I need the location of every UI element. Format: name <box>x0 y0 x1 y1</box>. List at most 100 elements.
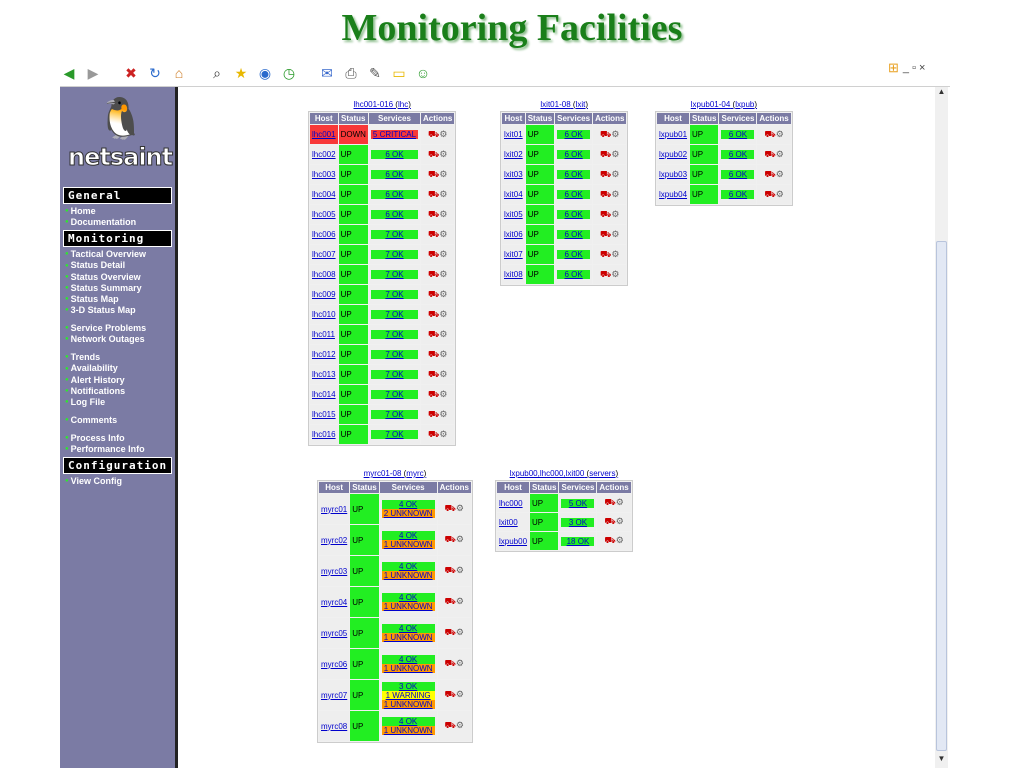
service-status-link[interactable]: 5 CRITICAL <box>370 130 419 139</box>
host-link[interactable]: lhc013 <box>310 365 338 384</box>
service-detail-icon[interactable]: ⛟ <box>428 129 439 141</box>
sidebar-item-documentation[interactable]: Documentation <box>60 217 175 228</box>
host-map-icon[interactable]: ⚙ <box>439 209 447 220</box>
service-detail-icon[interactable]: ⛟ <box>600 209 611 221</box>
host-map-icon[interactable]: ⚙ <box>439 369 447 380</box>
host-map-icon[interactable]: ⚙ <box>611 169 619 180</box>
host-map-icon[interactable]: ⚙ <box>456 720 464 731</box>
host-link[interactable]: lxpub02 <box>657 145 690 164</box>
service-status-link[interactable]: 1 UNKNOWN <box>381 699 435 709</box>
service-detail-icon[interactable]: ⛟ <box>428 149 439 161</box>
netsaint-logo[interactable]: 🐧 netsaint <box>60 87 175 185</box>
host-group-title[interactable]: lxit01-08 (lxit) <box>500 100 628 109</box>
host-link[interactable]: lxit01 <box>502 125 525 144</box>
host-map-icon[interactable]: ⚙ <box>611 269 619 280</box>
mail-icon[interactable]: ✉ <box>318 64 336 82</box>
service-detail-icon[interactable]: ⛟ <box>428 189 439 201</box>
messenger-icon[interactable]: ☺ <box>414 64 432 82</box>
host-link[interactable]: lhc015 <box>310 405 338 424</box>
service-detail-icon[interactable]: ⛟ <box>428 269 439 281</box>
service-status-link[interactable]: 4 OK <box>381 531 435 540</box>
service-detail-icon[interactable]: ⛟ <box>428 169 439 181</box>
service-detail-icon[interactable]: ⛟ <box>764 129 775 141</box>
service-detail-icon[interactable]: ⛟ <box>764 149 775 161</box>
service-status-link[interactable]: 1 UNKNOWN <box>381 571 435 580</box>
sidebar-item-performance-info[interactable]: Performance Info <box>60 444 175 455</box>
host-map-icon[interactable]: ⚙ <box>439 309 447 320</box>
service-status-link[interactable]: 4 OK <box>381 500 435 509</box>
host-group-title[interactable]: lxpub01-04 (lxpub) <box>655 100 793 109</box>
host-group-alias-link[interactable]: lxpub <box>735 100 754 109</box>
sidebar-item-service-problems[interactable]: Service Problems <box>60 323 175 334</box>
service-status-link[interactable]: 6 OK <box>557 190 591 199</box>
host-map-icon[interactable]: ⚙ <box>439 269 447 280</box>
host-link[interactable]: myrc02 <box>319 525 350 555</box>
service-status-link[interactable]: 7 OK <box>370 230 419 239</box>
scroll-thumb[interactable] <box>936 241 947 751</box>
host-map-icon[interactable]: ⚙ <box>616 497 624 508</box>
service-status-link[interactable]: 6 OK <box>557 210 591 219</box>
service-detail-icon[interactable]: ⛟ <box>428 429 439 441</box>
host-group-name-link[interactable]: lxit01-08 <box>540 100 570 109</box>
forward-icon[interactable]: ▶ <box>84 64 102 82</box>
service-detail-icon[interactable]: ⛟ <box>764 189 775 201</box>
host-map-icon[interactable]: ⚙ <box>456 658 464 669</box>
service-detail-icon[interactable]: ⛟ <box>445 534 456 546</box>
service-status-link[interactable]: 6 OK <box>557 270 591 279</box>
host-map-icon[interactable]: ⚙ <box>439 189 447 200</box>
host-link[interactable]: myrc03 <box>319 556 350 586</box>
host-map-icon[interactable]: ⚙ <box>611 249 619 260</box>
host-map-icon[interactable]: ⚙ <box>439 429 447 440</box>
service-detail-icon[interactable]: ⛟ <box>445 596 456 608</box>
host-map-icon[interactable]: ⚙ <box>439 409 447 420</box>
service-status-link[interactable]: 7 OK <box>370 410 419 419</box>
sidebar-item-notifications[interactable]: Notifications <box>60 386 175 397</box>
host-map-icon[interactable]: ⚙ <box>456 689 464 700</box>
host-map-icon[interactable]: ⚙ <box>456 565 464 576</box>
service-detail-icon[interactable]: ⛟ <box>600 189 611 201</box>
host-map-icon[interactable]: ⚙ <box>439 169 447 180</box>
service-status-link[interactable]: 6 OK <box>721 130 755 139</box>
sidebar-item-log-file[interactable]: Log File <box>60 397 175 408</box>
service-detail-icon[interactable]: ⛟ <box>428 389 439 401</box>
host-group-alias-link[interactable]: lxit <box>576 100 586 109</box>
service-detail-icon[interactable]: ⛟ <box>604 497 615 509</box>
service-status-link[interactable]: 6 OK <box>370 170 419 179</box>
sidebar-item-home[interactable]: Home <box>60 206 175 217</box>
host-link[interactable]: lxpub03 <box>657 165 690 184</box>
host-group-name-link[interactable]: lxpub00,lhc000,lxit00 <box>510 469 585 478</box>
service-detail-icon[interactable]: ⛟ <box>428 409 439 421</box>
service-status-link[interactable]: 7 OK <box>370 250 419 259</box>
service-status-link[interactable]: 6 OK <box>721 190 755 199</box>
host-group-title[interactable]: lhc001-016 (lhc) <box>308 100 456 109</box>
service-status-link[interactable]: 6 OK <box>370 150 419 159</box>
host-map-icon[interactable]: ⚙ <box>776 189 784 200</box>
host-group-title[interactable]: myrc01-08 (myrc) <box>317 469 473 478</box>
host-link[interactable]: lhc004 <box>310 185 338 204</box>
host-map-icon[interactable]: ⚙ <box>439 149 447 160</box>
host-link[interactable]: lxpub00 <box>497 532 530 550</box>
host-group-alias-link[interactable]: myrc <box>406 469 423 478</box>
sidebar-item-network-outages[interactable]: Network Outages <box>60 334 175 345</box>
host-link[interactable]: lxit03 <box>502 165 525 184</box>
host-link[interactable]: myrc05 <box>319 618 350 648</box>
window-controls-label[interactable]: _ ▫ × <box>903 62 926 74</box>
service-status-link[interactable]: 7 OK <box>370 270 419 279</box>
service-status-link[interactable]: 6 OK <box>557 130 591 139</box>
discuss-icon[interactable]: ▭ <box>390 64 408 82</box>
service-status-link[interactable]: 6 OK <box>557 250 591 259</box>
host-map-icon[interactable]: ⚙ <box>456 596 464 607</box>
window-controls[interactable]: ⊞ _ ▫ × <box>888 60 925 76</box>
host-map-icon[interactable]: ⚙ <box>439 249 447 260</box>
host-link[interactable]: lxit05 <box>502 205 525 224</box>
service-detail-icon[interactable]: ⛟ <box>604 516 615 528</box>
host-map-icon[interactable]: ⚙ <box>439 329 447 340</box>
refresh-icon[interactable]: ↻ <box>146 64 164 82</box>
host-map-icon[interactable]: ⚙ <box>456 534 464 545</box>
service-status-link[interactable]: 4 OK <box>381 717 435 726</box>
service-detail-icon[interactable]: ⛟ <box>445 503 456 515</box>
host-link[interactable]: lxit06 <box>502 225 525 244</box>
host-link[interactable]: lhc003 <box>310 165 338 184</box>
service-detail-icon[interactable]: ⛟ <box>600 169 611 181</box>
host-map-icon[interactable]: ⚙ <box>439 289 447 300</box>
